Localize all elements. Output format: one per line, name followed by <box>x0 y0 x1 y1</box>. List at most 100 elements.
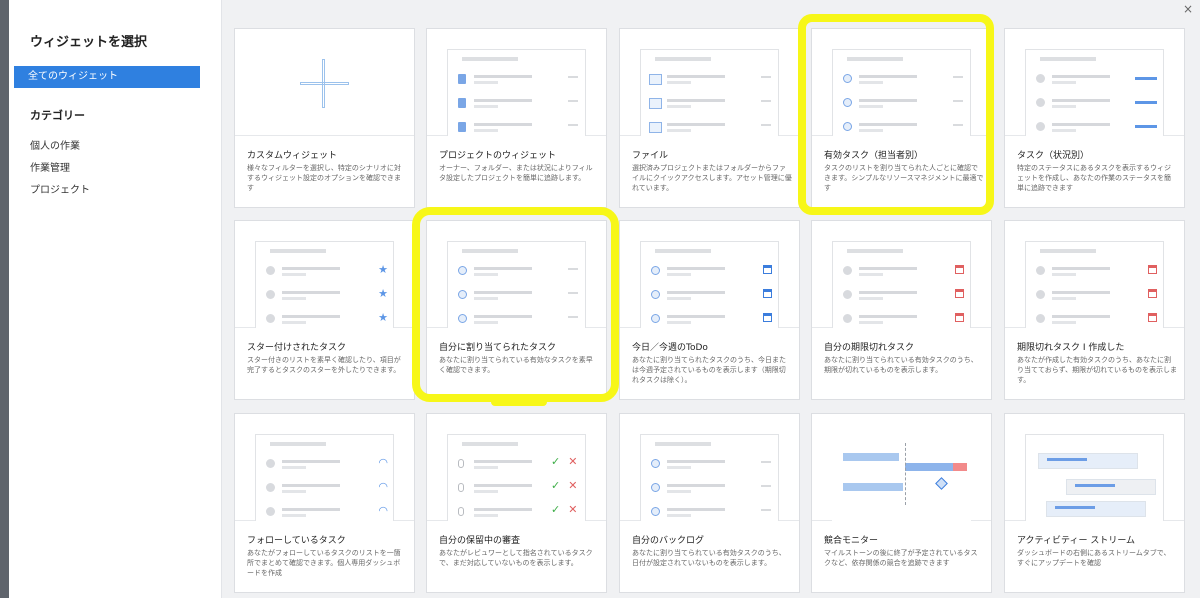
rss-icon: ◠ <box>378 456 388 469</box>
widget-card[interactable]: タスク（状況別） 特定のステータスにあるタスクを表示するウィジェットを作成し、あな… <box>1004 28 1185 208</box>
preview-row <box>841 288 966 308</box>
preview-line <box>474 321 498 324</box>
preview-line <box>859 99 917 102</box>
milestone-icon <box>935 477 948 490</box>
preview-line <box>667 484 725 487</box>
widget-card[interactable]: 今日／今週のToDo あなたに割り当てられたタスクのうち、今日または今週予定されて… <box>619 220 800 400</box>
status-dot-icon <box>1036 290 1045 299</box>
widget-preview <box>1005 29 1184 136</box>
widget-card[interactable]: 自分に割り当てられたタスク あなたに割り当てられている有効なタスクを素早く確認でき… <box>426 220 607 400</box>
widget-preview <box>812 29 991 136</box>
preview-row: ◠ <box>264 481 389 501</box>
preview-line <box>474 514 498 517</box>
widget-card[interactable]: 有効タスク（担当者別） タスクのリストを割り当てられた人ごとに確認できます。シンプ… <box>811 28 992 208</box>
preview-line <box>474 508 532 511</box>
widget-card[interactable]: プロジェクトのウィジェット オーナー、フォルダー、または状況によりフィルタ設定した… <box>426 28 607 208</box>
widget-title: 競合モニター <box>824 536 879 546</box>
preview-line <box>667 273 691 276</box>
preview-row <box>456 120 581 140</box>
sidebar-item-all-widgets[interactable]: 全てのウィジェット <box>14 66 200 88</box>
image-icon <box>649 74 662 85</box>
preview-dash <box>761 509 771 511</box>
preview-row: ★ <box>264 288 389 308</box>
widget-card[interactable]: 自分の期限切れタスク あなたに割り当てられている有効タスクのうち、期限が切れている… <box>811 220 992 400</box>
sidebar-item-project[interactable]: プロジェクト <box>30 181 90 196</box>
preview-line <box>859 75 917 78</box>
preview-header-bar <box>1040 249 1096 253</box>
star-icon: ★ <box>378 311 388 324</box>
avatar-icon <box>651 483 660 492</box>
preview-dash <box>761 76 771 78</box>
preview-dash <box>953 124 963 126</box>
widget-card[interactable]: ファイル 選択済みプロジェクトまたはフォルダーからファイルにクイックアクセスします… <box>619 28 800 208</box>
calendar-icon <box>955 289 964 298</box>
preview-line <box>1052 321 1076 324</box>
preview-line <box>474 460 532 463</box>
widget-description: スター付きのリストを素早く確認したり、項目が完了するとタスクのスターを外したりで… <box>247 356 401 374</box>
status-dot-icon <box>266 483 275 492</box>
widget-card[interactable]: 期限切れタスク I 作成した あなたが作成した有効タスクのうち、あなたに割り当てて… <box>1004 220 1185 400</box>
preview-dash <box>953 76 963 78</box>
preview-header-bar <box>847 249 903 253</box>
preview-line <box>1047 458 1087 461</box>
preview-line <box>859 291 917 294</box>
preview-line <box>667 129 691 132</box>
widget-preview <box>620 414 799 521</box>
preview-header-bar <box>847 57 903 61</box>
widget-card[interactable]: ★ ★ ★ スター付けされたタスク スター付きのリストを素早く確認したり、項目が完了する… <box>234 220 415 400</box>
sidebar-item-work-management[interactable]: 作業管理 <box>30 159 70 174</box>
status-bar-icon <box>1135 101 1157 104</box>
preview-dash <box>568 76 578 78</box>
preview-dash <box>568 268 578 270</box>
calendar-icon <box>763 289 772 298</box>
widget-card[interactable]: 競合モニター マイルストーンの後に終了が予定されているタスクなど、依存関係の競合を… <box>811 413 992 593</box>
preview-line <box>667 99 725 102</box>
preview-dash <box>761 461 771 463</box>
close-icon[interactable]: × <box>1183 2 1193 16</box>
preview-line <box>282 508 340 511</box>
rss-icon: ◠ <box>378 480 388 493</box>
widget-title: フォローしているタスク <box>247 536 346 546</box>
preview-mockup <box>832 434 971 521</box>
widget-card[interactable]: アクティビティー ストリーム ダッシュボードの右側にあるストリームタブで、すぐにア… <box>1004 413 1185 593</box>
check-icon: ✓ <box>551 479 561 492</box>
preview-mockup <box>640 434 779 521</box>
widget-description: あなたが作成した有効タスクのうち、あなたに割り当てておらず、期限が切れているもの… <box>1017 356 1177 384</box>
preview-row <box>649 120 774 140</box>
highlight-marker-stroke <box>491 397 547 406</box>
widget-card[interactable]: カスタムウィジェット 様々なフィルターを選択し、特定のシナリオに対するウィジェット… <box>234 28 415 208</box>
widget-preview <box>812 414 991 521</box>
cross-icon: ✕ <box>568 455 578 468</box>
preview-row: ◠ <box>264 457 389 477</box>
preview-line <box>1075 484 1115 487</box>
preview-header-bar <box>655 57 711 61</box>
calendar-icon <box>763 265 772 274</box>
preview-line <box>667 105 691 108</box>
preview-row <box>456 72 581 92</box>
sidebar: ウィジェットを選択 全てのウィジェット カテゴリー 個人の作業 作業管理 プロジ… <box>9 0 222 598</box>
preview-line <box>859 297 883 300</box>
preview-line <box>474 267 532 270</box>
widget-card[interactable]: ✓ ✕ ✓ ✕ ✓ ✕ 自分の保留中の審査 あなたがレビュワーとして指名されているタスクで、ま… <box>426 413 607 593</box>
widget-card[interactable]: ◠ ◠ ◠ フォローしているタスク あなたがフォローしているタスクのリストを一箇所でまと… <box>234 413 415 593</box>
avatar-icon <box>458 290 467 299</box>
widget-card[interactable]: 自分のバックログ あなたに割り当てられている有効タスクのうち、日付が設定されていな… <box>619 413 800 593</box>
widget-preview <box>1005 414 1184 521</box>
preview-line <box>474 291 532 294</box>
widget-preview <box>427 221 606 328</box>
avatar-icon <box>458 266 467 275</box>
widget-description: あなたに割り当てられたタスクのうち、今日または今週予定されているものを表示します… <box>632 356 786 384</box>
preview-row <box>1034 120 1159 140</box>
widget-preview <box>812 221 991 328</box>
preview-header-bar <box>1040 57 1096 61</box>
preview-mockup: ◠ ◠ ◠ <box>255 434 394 521</box>
preview-line <box>667 321 691 324</box>
preview-line <box>282 267 340 270</box>
sidebar-item-personal-work[interactable]: 個人の作業 <box>30 137 80 152</box>
preview-line <box>667 460 725 463</box>
widget-title: 自分のバックログ <box>632 536 705 546</box>
preview-dash <box>761 100 771 102</box>
preview-line <box>474 273 498 276</box>
widget-description: あなたがフォローしているタスクのリストを一箇所でまとめて確認できます。個人専用ダ… <box>247 549 401 577</box>
widget-title: 有効タスク（担当者別） <box>824 151 924 161</box>
